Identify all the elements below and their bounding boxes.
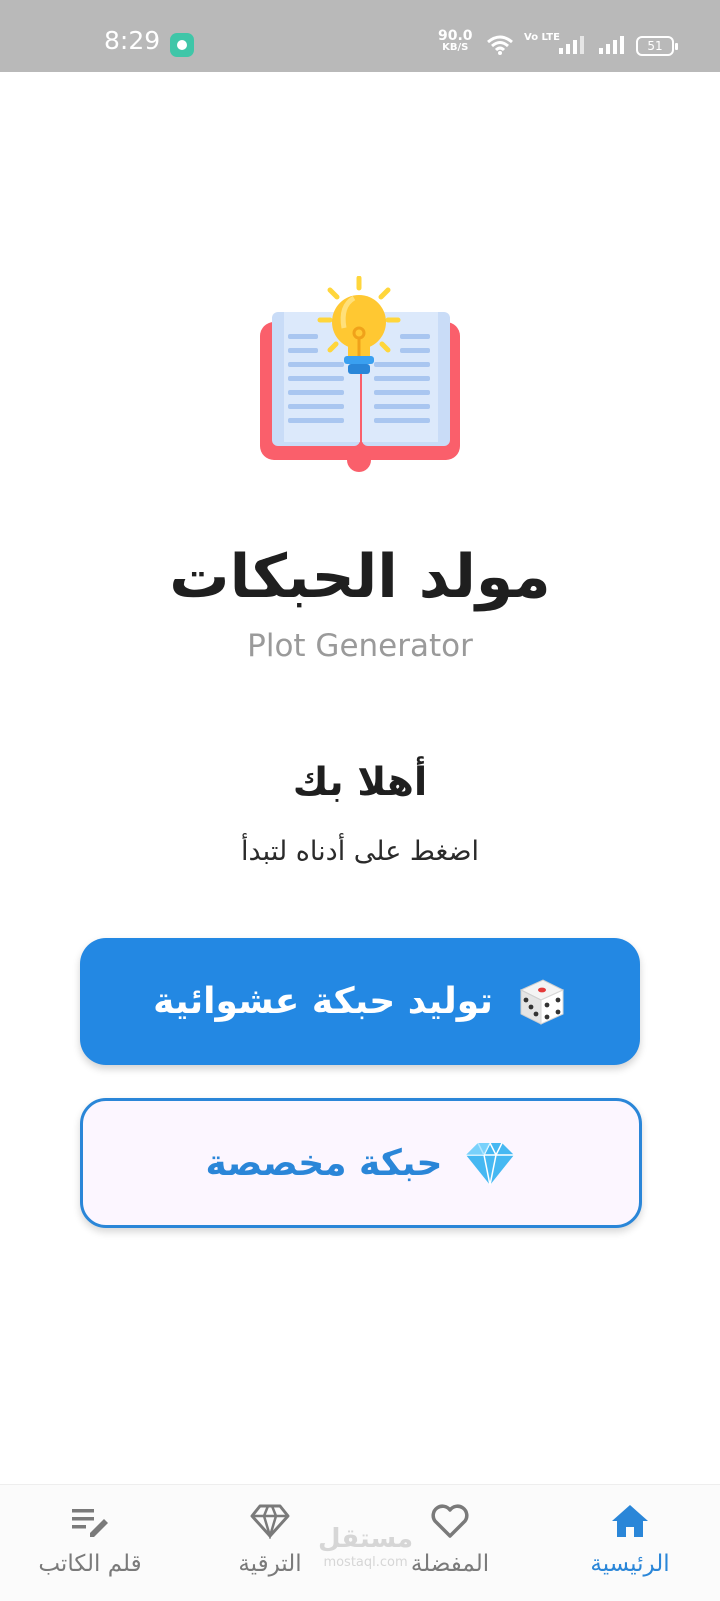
- app-title: مولد الحبكات: [169, 542, 551, 612]
- nav-item-writer-pen[interactable]: قلم الكاتب: [0, 1485, 180, 1601]
- notification-app-icon: [170, 33, 194, 57]
- diamond-outline-icon: [250, 1504, 290, 1539]
- network-speed: 90.0 KB/S: [438, 29, 473, 54]
- watermark: مستقل mostaql.com: [318, 1524, 414, 1575]
- custom-plot-button[interactable]: حبكة مخصصة: [80, 1098, 642, 1228]
- book-lightbulb-icon: [260, 276, 460, 472]
- custom-plot-label: حبكة مخصصة: [205, 1142, 443, 1184]
- nav-label-writer-pen: قلم الكاتب: [38, 1551, 142, 1577]
- home-icon: [612, 1505, 648, 1537]
- signal-icon-sim2: [599, 36, 624, 54]
- volte-icon: Vo LTE: [524, 32, 560, 43]
- status-bar: 8:29 90.0 KB/S Vo LTE 51: [0, 0, 720, 72]
- random-plot-label: توليد حبكة عشوائية: [153, 981, 493, 1022]
- bottom-nav: الرئيسية المفضلة الترقية قلم الكاتب مستق…: [0, 1484, 720, 1601]
- dice-icon: [519, 978, 565, 1025]
- battery-icon: 51: [636, 36, 678, 56]
- welcome-subtitle: اضغط على أدناه لتبدأ: [241, 836, 479, 867]
- signal-icon: [559, 36, 584, 54]
- app-subtitle: Plot Generator: [247, 628, 473, 664]
- pen-icon: [72, 1509, 108, 1537]
- watermark-text: مستقل: [318, 1524, 414, 1554]
- welcome-title: أهلا بك: [292, 760, 428, 805]
- nav-label-home: الرئيسية: [590, 1551, 670, 1577]
- diamond-icon: [466, 1141, 515, 1186]
- wifi-icon: [487, 35, 513, 55]
- heart-icon: [431, 1504, 469, 1538]
- status-time: 8:29: [104, 26, 161, 55]
- watermark-sub: mostaql.com: [323, 1555, 408, 1570]
- network-speed-unit: KB/S: [442, 42, 469, 53]
- random-plot-button[interactable]: توليد حبكة عشوائية: [80, 938, 640, 1065]
- nav-item-home[interactable]: الرئيسية: [540, 1485, 720, 1601]
